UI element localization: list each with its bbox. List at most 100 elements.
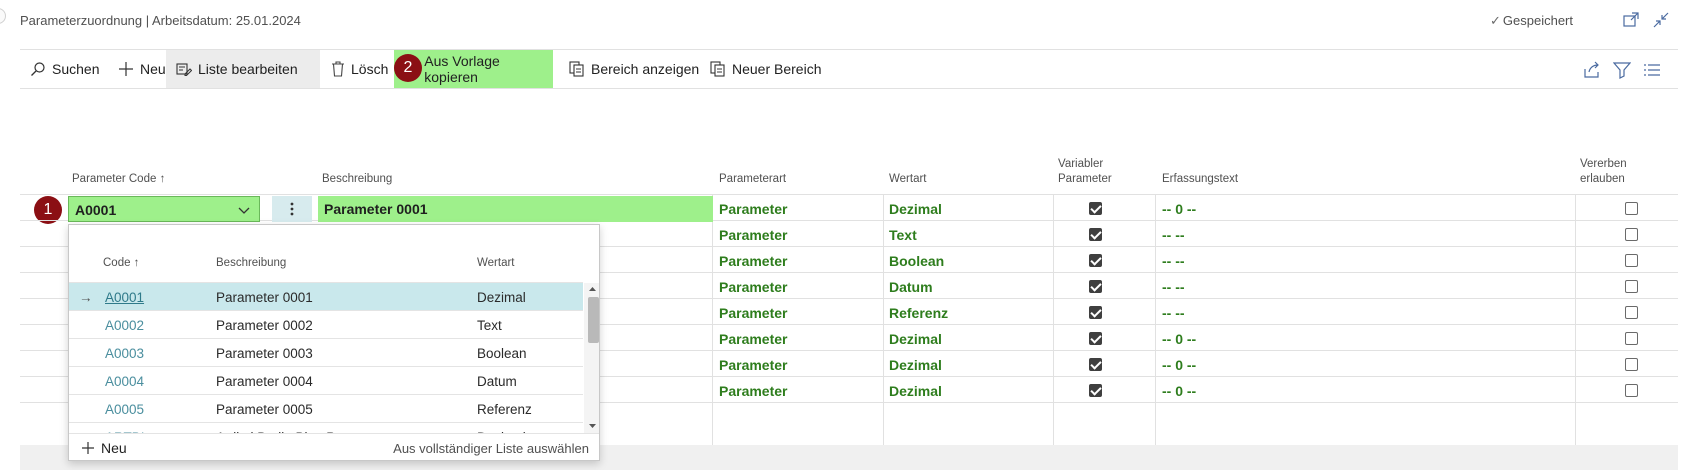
saved-label: Gespeichert [1502,13,1573,28]
lookup-code[interactable]: A0001 [105,290,144,305]
lookup-code[interactable]: A0005 [105,402,144,417]
entry-text-cell: -- -- [1162,279,1185,295]
lookup-header-code[interactable]: Code ↑ [103,257,139,269]
column-header-inherit-line1: Vererben [1580,158,1627,170]
edit-list-label: Liste bearbeiten [198,61,298,77]
variable-parameter-checkbox[interactable] [1089,332,1102,345]
lookup-type: Referenz [477,402,532,417]
column-header-variable[interactable]: Variabler Parameter [1058,157,1112,187]
inherit-checkbox[interactable] [1625,254,1638,267]
page-title: Parameterzuordnung | Arbeitsdatum: 25.01… [20,13,301,28]
value-type-cell: Dezimal [889,331,942,347]
lookup-row[interactable]: A0002 Parameter 0002 Text [69,311,583,339]
edit-list-button[interactable]: Liste bearbeiten [166,50,320,88]
lookup-footer: Neu Aus vollständiger Liste auswählen [69,433,599,460]
description-field-active[interactable]: Parameter 0001 [318,196,713,222]
lookup-code[interactable]: A0002 [105,318,144,333]
inherit-checkbox[interactable] [1625,228,1638,241]
copy-from-template-label: Aus Vorlage kopieren [424,53,500,85]
lookup-header-description[interactable]: Beschreibung [216,257,286,269]
param-type-cell: Parameter [719,227,788,243]
new-range-button[interactable]: Neuer Bereich [700,50,832,88]
lookup-code[interactable]: A0003 [105,346,144,361]
inherit-checkbox[interactable] [1625,332,1638,345]
lookup-scroll-thumb[interactable] [588,297,599,343]
lookup-row[interactable]: → A0001 Parameter 0001 Dezimal [69,283,583,311]
lookup-description: Parameter 0003 [216,346,313,361]
value-type-cell: Boolean [889,253,945,269]
entry-text-cell: -- 0 -- [1162,357,1197,373]
parameter-code-value: A0001 [75,202,117,218]
value-type-cell: Referenz [889,305,949,321]
grid-separator [712,195,713,445]
grid-separator [883,195,884,445]
column-header-entry-text[interactable]: Erfassungstext [1162,172,1238,187]
search-icon [31,62,45,76]
share-icon[interactable] [1583,61,1601,79]
entry-text-cell: -- -- [1162,305,1185,321]
lookup-description: Parameter 0002 [216,318,313,333]
side-panel-handle[interactable] [0,8,6,24]
lookup-new-button[interactable]: Neu [81,440,127,456]
variable-parameter-checkbox[interactable] [1089,228,1102,241]
parameter-code-input[interactable]: A0001 [68,196,260,222]
edit-list-icon [176,63,192,76]
value-type-cell: Dezimal [889,357,942,373]
plus-icon [119,62,133,76]
inherit-checkbox[interactable] [1625,306,1638,319]
collapse-icon[interactable] [1652,11,1670,29]
value-type-cell: Dezimal [889,383,942,399]
open-new-window-icon[interactable] [1622,11,1640,29]
column-header-inherit[interactable]: Vererben erlauben [1580,157,1627,187]
show-range-label: Bereich anzeigen [591,61,700,77]
table-row[interactable]: Parameter Dezimal -- 0 -- [20,195,1678,221]
column-header-param-type[interactable]: Parameterart [719,172,786,187]
param-type-cell: Parameter [719,253,788,269]
search-button[interactable]: Suchen [20,50,109,88]
range-icon [569,61,584,77]
column-header-inherit-line2: erlauben [1580,173,1625,185]
delete-button[interactable]: Lösch [305,50,398,88]
inherit-checkbox[interactable] [1625,280,1638,293]
search-label: Suchen [52,61,100,77]
chevron-down-icon[interactable] [237,203,251,217]
show-range-button[interactable]: Bereich anzeigen [559,50,709,88]
param-type-cell: Parameter [719,279,788,295]
row-actions-button[interactable] [272,196,312,222]
variable-parameter-checkbox[interactable] [1089,254,1102,267]
lookup-code[interactable]: A0004 [105,374,144,389]
inherit-checkbox[interactable] [1625,202,1638,215]
lookup-type: Datum [477,374,517,389]
delete-label: Lösch [351,61,389,77]
scroll-down-icon[interactable] [588,423,597,430]
lookup-header-type[interactable]: Wertart [477,257,515,269]
filter-icon[interactable] [1613,61,1631,79]
variable-parameter-checkbox[interactable] [1089,358,1102,371]
column-header-description[interactable]: Beschreibung [322,172,392,187]
lookup-row[interactable]: A0005 Parameter 0005 Referenz [69,395,583,423]
select-from-full-list-link[interactable]: Aus vollständiger Liste auswählen [393,441,589,456]
column-header-value-type[interactable]: Wertart [889,172,927,187]
list-view-icon[interactable] [1643,61,1661,79]
param-type-cell: Parameter [719,305,788,321]
lookup-description: Parameter 0004 [216,374,313,389]
new-range-icon [710,61,725,77]
lookup-type: Dezimal [477,290,526,305]
lookup-row[interactable]: A0004 Parameter 0004 Datum [69,367,583,395]
inherit-checkbox[interactable] [1625,384,1638,397]
variable-parameter-checkbox[interactable] [1089,306,1102,319]
variable-parameter-checkbox[interactable] [1089,384,1102,397]
inherit-checkbox[interactable] [1625,358,1638,371]
trash-icon [332,61,344,77]
value-type-cell: Text [889,227,917,243]
entry-text-cell: -- 0 -- [1162,201,1197,217]
param-type-cell: Parameter [719,357,788,373]
selected-arrow-icon: → [79,290,93,305]
saved-status: ✓ Gespeichert [1490,13,1573,29]
lookup-row[interactable]: A0003 Parameter 0003 Boolean [69,339,583,367]
code-lookup-dropdown: Code ↑ Beschreibung Wertart → A0001 Parame… [68,224,600,461]
scroll-up-icon[interactable] [588,285,597,292]
variable-parameter-checkbox[interactable] [1089,202,1102,215]
column-header-code[interactable]: Parameter Code ↑ [72,172,165,187]
variable-parameter-checkbox[interactable] [1089,280,1102,293]
